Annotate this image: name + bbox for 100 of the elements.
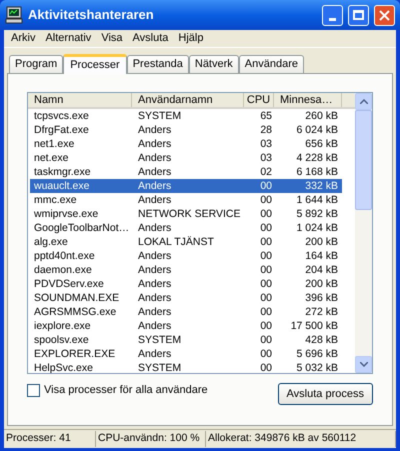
table-cell-text: 00 [259,319,273,333]
checkbox[interactable] [27,384,40,397]
table-cell-text: 428 kB [304,333,339,347]
process-row[interactable]: iexplore.exe Anders 00 17 500 kB [30,319,342,333]
table-cell-text: SYSTEM [137,361,182,373]
table-cell-text: Anders [137,165,172,179]
column-header[interactable]: Namn [28,93,132,107]
maximize-button[interactable] [348,4,369,26]
column-header[interactable]: Minnesa… [274,93,342,107]
table-cell-text: wmiprvse.exe [33,207,100,221]
table-cell-text: Anders [137,305,172,319]
process-row[interactable]: PDVDServ.exe Anders 00 200 kB [30,277,342,291]
process-row[interactable]: tcpsvcs.exe SYSTEM 65 260 kB [30,109,342,123]
table-cell-text: Anders [137,221,172,235]
table-cell-text: 164 kB [304,249,339,263]
table-cell-text: 200 kB [304,277,339,291]
table-cell-text: mmc.exe [33,193,78,207]
tab[interactable]: Prestanda [126,55,189,73]
status-bar-field: Allokerat: 349876 kB av 560112 [206,431,396,447]
process-row[interactable]: net1.exe Anders 03 656 kB [30,137,342,151]
process-row[interactable]: daemon.exe Anders 00 204 kB [30,263,342,277]
status-bar-field: CPU-användn: 100 % [96,431,206,447]
table-cell-text: SYSTEM [137,109,182,123]
table-cell-text: spoolsv.exe [33,333,90,347]
close-icon [379,10,390,20]
table-cell-text: Anders [137,249,172,263]
menu-item[interactable]: Visa [96,30,128,47]
table-cell-text: 1 644 kB [296,193,339,207]
scroll-up-button[interactable] [355,93,372,110]
process-row[interactable]: wuauclt.exe Anders 00 332 kB [30,179,342,193]
table-cell-text: 02 [259,165,273,179]
table-cell-text: SYSTEM [137,333,182,347]
end-process-button[interactable]: Avsluta process [278,383,373,405]
process-row[interactable]: pptd40nt.exe Anders 00 164 kB [30,249,342,263]
tab[interactable]: Användare [238,55,304,73]
table-cell-text: Anders [137,179,172,193]
table-cell-text: SOUNDMAN.EXE [33,291,120,305]
caret-up-icon [360,99,368,104]
table-cell-text: 6 168 kB [296,165,339,179]
close-button[interactable] [374,4,395,26]
table-cell-text: Anders [137,137,172,151]
process-row[interactable]: net.exe Anders 03 4 228 kB [30,151,342,165]
menu-item[interactable]: Hjälp [173,30,208,47]
tab[interactable]: Nätverk [188,55,239,73]
table-cell-text: tcpsvcs.exe [33,109,90,123]
table-cell-text: Anders [137,123,172,137]
process-row[interactable]: spoolsv.exe SYSTEM 00 428 kB [30,333,342,347]
scrollbar[interactable] [355,93,372,373]
table-cell-text: wuauclt.exe [33,179,90,193]
table-cell-text: 204 kB [304,263,339,277]
table-cell-text: Anders [137,319,172,333]
tab[interactable]: Program [9,55,64,73]
scroll-thumb[interactable] [355,110,372,210]
scroll-down-button[interactable] [355,356,372,373]
column-header[interactable]: Användarnamn [132,93,244,107]
process-row[interactable]: EXPLORER.EXE Anders 00 5 696 kB [30,347,342,361]
process-row[interactable]: taskmgr.exe Anders 02 6 168 kB [30,165,342,179]
tab[interactable]: Processer [63,54,127,74]
table-cell-text: 5 696 kB [296,347,339,361]
table-cell-text: Anders [137,263,172,277]
table-cell-text: 00 [259,361,273,373]
table-cell-text: 4 228 kB [296,151,339,165]
table-cell-text: PDVDServ.exe [33,277,105,291]
table-cell-text: 03 [259,137,273,151]
process-row[interactable]: HelpSvc.exe SYSTEM 00 5 032 kB [30,361,342,373]
menu-item[interactable]: Avsluta [128,30,174,47]
table-cell-text: 03 [259,151,273,165]
table-cell-text: 272 kB [304,305,339,319]
table-cell-text: daemon.exe [33,263,93,277]
table-cell-text: 00 [259,333,273,347]
table-cell-text: 00 [259,221,273,235]
table-cell-text: LOKAL TJÄNST [137,235,215,249]
minimize-button[interactable] [322,4,343,26]
table-cell-text: 00 [259,291,273,305]
table-cell-text: AGRSMMSG.exe [33,305,118,319]
process-row[interactable]: mmc.exe Anders 00 1 644 kB [30,193,342,207]
process-row[interactable]: AGRSMMSG.exe Anders 00 272 kB [30,305,342,319]
table-cell-text: 00 [259,347,273,361]
caret-down-icon [360,362,368,367]
process-row[interactable]: alg.exe LOKAL TJÄNST 00 200 kB [30,235,342,249]
table-cell-text: iexplore.exe [33,319,92,333]
menu-item[interactable]: Alternativ [40,30,96,47]
table-cell-text: 00 [259,179,273,193]
process-row[interactable]: GoogleToolbarNot… Anders 00 1 024 kB [30,221,342,235]
monitor-icon [5,6,23,24]
menu-item[interactable]: Arkiv [6,30,40,47]
table-cell-text: 00 [259,235,273,249]
table-cell-text: 17 500 kB [290,319,339,333]
table-cell-text: 00 [259,277,273,291]
process-row[interactable]: wmiprvse.exe NETWORK SERVICE 00 5 892 kB [30,207,342,221]
table-cell-text: GoogleToolbarNot… [33,221,130,235]
table-cell-text: 00 [259,305,273,319]
process-row[interactable]: SOUNDMAN.EXE Anders 00 396 kB [30,291,342,305]
table-cell-text: NETWORK SERVICE [137,207,242,221]
table-cell-text: HelpSvc.exe [33,361,94,373]
table-cell-text: net.exe [33,151,70,165]
table-cell-text: Anders [137,193,172,207]
table-cell-text: 5 032 kB [296,361,339,373]
process-row[interactable]: DfrgFat.exe Anders 28 6 024 kB [30,123,342,137]
column-header[interactable]: CPU [244,93,274,107]
